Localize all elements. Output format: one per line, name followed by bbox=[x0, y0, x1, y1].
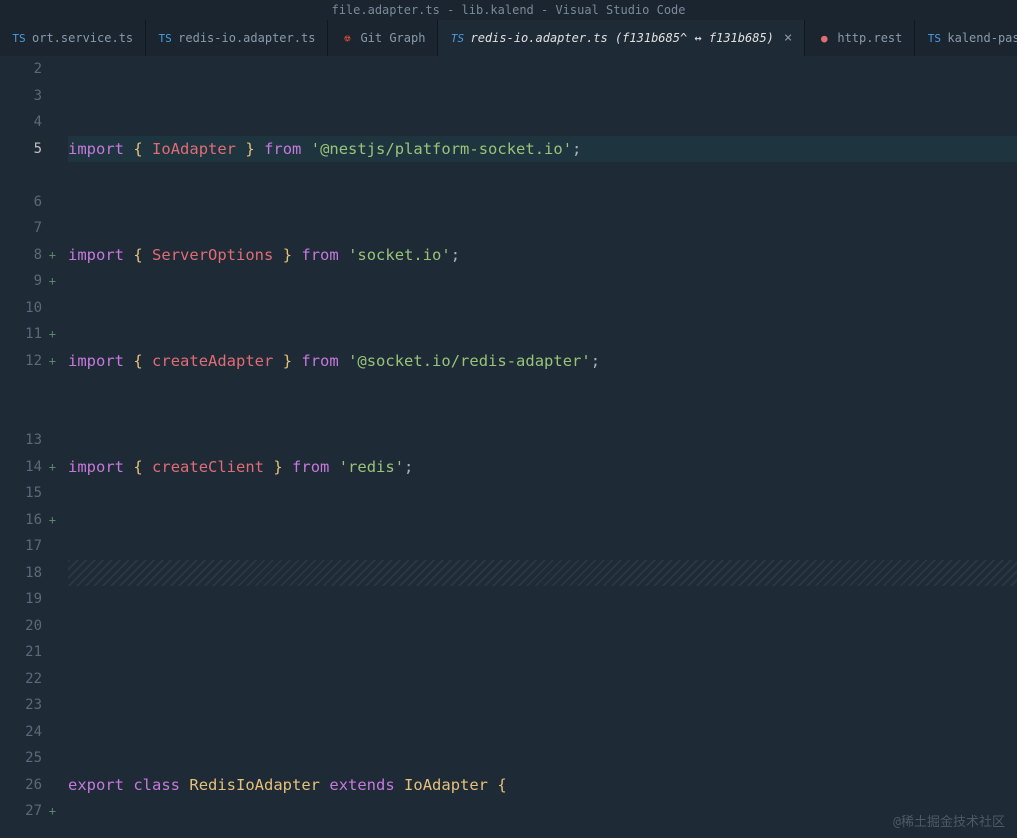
ts-icon: TS bbox=[158, 31, 172, 45]
git-icon: ⎊ bbox=[340, 31, 354, 45]
tab-adapter-diff[interactable]: TS redis-io.adapter.ts (f131b685^ ↔ f131… bbox=[438, 20, 805, 56]
line-gutter: 2345678+9+1011+12+1314+1516+171819202122… bbox=[0, 56, 60, 838]
tabs-bar: TS ort.service.ts TS redis-io.adapter.ts… bbox=[0, 20, 1017, 56]
tab-label: redis-io.adapter.ts (f131b685^ ↔ f131b68… bbox=[470, 31, 773, 45]
code-line bbox=[68, 560, 1017, 587]
tab-http[interactable]: ● http.rest bbox=[805, 20, 915, 56]
code-line: import { createClient } from 'redis'; bbox=[68, 454, 1017, 481]
code-line: export class RedisIoAdapter extends IoAd… bbox=[68, 772, 1017, 799]
tab-adapter-1[interactable]: TS redis-io.adapter.ts bbox=[146, 20, 328, 56]
http-icon: ● bbox=[817, 31, 831, 45]
tab-controller[interactable]: TS kalend-passport.controller.ts bbox=[915, 20, 1017, 56]
tab-label: kalend-passport.controller.ts bbox=[947, 31, 1017, 45]
code-area[interactable]: import { IoAdapter } from '@nestjs/platf… bbox=[60, 56, 1017, 838]
ts-icon: TS bbox=[927, 31, 941, 45]
ts-icon: TS bbox=[12, 31, 26, 45]
tab-label: redis-io.adapter.ts bbox=[178, 31, 315, 45]
tab-label: http.rest bbox=[837, 31, 902, 45]
code-line: import { createAdapter } from '@socket.i… bbox=[68, 348, 1017, 375]
tab-service[interactable]: TS ort.service.ts bbox=[0, 20, 146, 56]
tab-label: Git Graph bbox=[360, 31, 425, 45]
code-line: import { IoAdapter } from '@nestjs/platf… bbox=[68, 136, 1017, 163]
close-icon[interactable]: × bbox=[784, 30, 792, 46]
code-line bbox=[68, 666, 1017, 693]
tab-label: ort.service.ts bbox=[32, 31, 133, 45]
tab-git-graph[interactable]: ⎊ Git Graph bbox=[328, 20, 438, 56]
title-bar: file.adapter.ts - lib.kalend - Visual St… bbox=[0, 0, 1017, 20]
ts-icon: TS bbox=[450, 31, 464, 45]
editor: 2345678+9+1011+12+1314+1516+171819202122… bbox=[0, 56, 1017, 838]
window-title: file.adapter.ts - lib.kalend - Visual St… bbox=[331, 3, 685, 17]
code-line: import { ServerOptions } from 'socket.io… bbox=[68, 242, 1017, 269]
watermark: @稀土掘金技术社区 bbox=[893, 811, 1005, 830]
